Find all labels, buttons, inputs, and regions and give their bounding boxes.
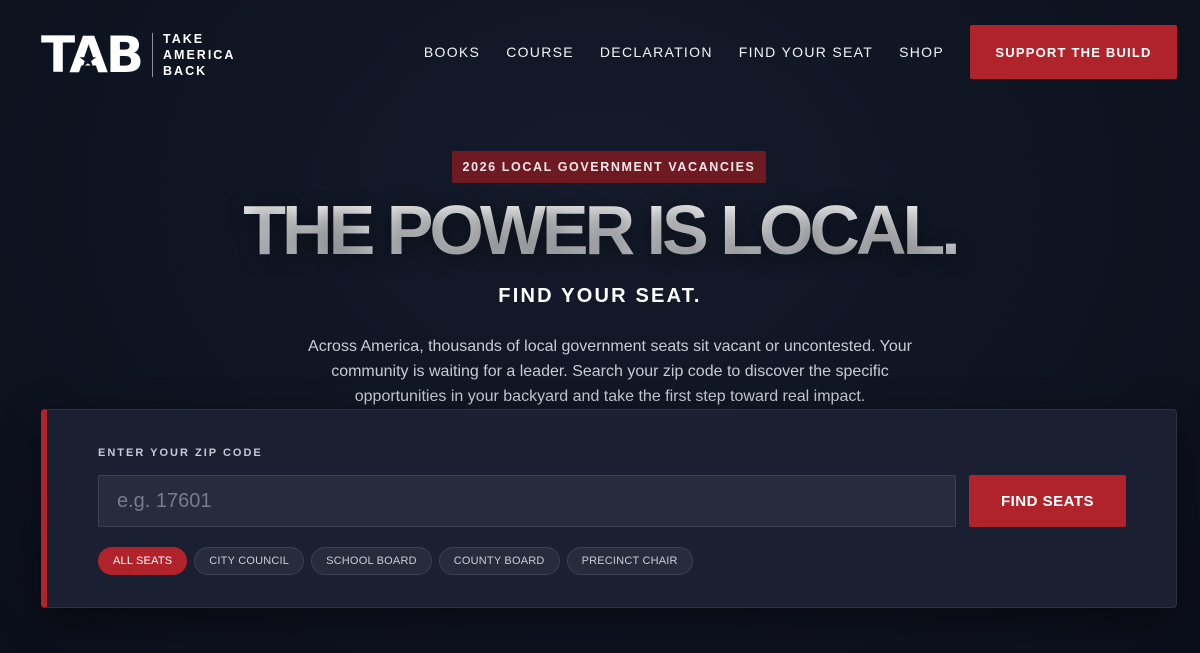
site-logo[interactable]: TAB ★ TAKE AMERICA BACK xyxy=(41,30,235,80)
zip-code-input[interactable] xyxy=(98,475,956,527)
filter-chip-precinct-chair[interactable]: PRECINCT CHAIR xyxy=(566,547,693,575)
hero-headline: THE POWER IS LOCAL. xyxy=(0,192,1200,268)
seat-type-filters: ALL SEATS CITY COUNCIL SCHOOL BOARD COUN… xyxy=(98,547,693,575)
filter-chip-all-seats[interactable]: ALL SEATS xyxy=(98,547,188,575)
nav-item-course[interactable]: COURSE xyxy=(506,44,574,60)
star-icon: ★ xyxy=(78,48,98,73)
nav-item-declaration[interactable]: DECLARATION xyxy=(600,44,713,60)
filter-chip-county-board[interactable]: COUNTY BOARD xyxy=(438,547,560,575)
site-header: TAB ★ TAKE AMERICA BACK BOOKS COURSE DEC… xyxy=(0,0,1200,105)
hero-description: Across America, thousands of local gover… xyxy=(308,338,912,405)
nav-item-books[interactable]: BOOKS xyxy=(424,44,480,60)
zip-search-panel: ENTER YOUR ZIP CODE FIND SEATS ALL SEATS… xyxy=(41,409,1177,608)
main-nav: BOOKS COURSE DECLARATION FIND YOUR SEAT … xyxy=(424,44,944,60)
filter-chip-city-council[interactable]: CITY COUNCIL xyxy=(194,547,305,575)
nav-item-shop[interactable]: SHOP xyxy=(899,44,944,60)
find-seats-button[interactable]: FIND SEATS xyxy=(969,475,1126,527)
filter-chip-school-board[interactable]: SCHOOL BOARD xyxy=(311,547,432,575)
logo-mark: TAB ★ xyxy=(41,30,144,80)
zip-code-label: ENTER YOUR ZIP CODE xyxy=(98,447,263,459)
logo-divider xyxy=(152,33,154,77)
logo-wordmark: TAKE AMERICA BACK xyxy=(163,31,235,79)
hero-subhead: FIND YOUR SEAT. xyxy=(498,285,702,307)
logo-line-2: AMERICA xyxy=(163,48,236,62)
nav-item-find-your-seat[interactable]: FIND YOUR SEAT xyxy=(739,44,873,60)
vacancies-badge: 2026 LOCAL GOVERNMENT VACANCIES xyxy=(452,151,766,183)
logo-line-1: TAKE xyxy=(163,32,205,46)
support-the-build-button[interactable]: SUPPORT THE BUILD xyxy=(970,25,1177,79)
logo-line-3: BACK xyxy=(163,64,208,78)
